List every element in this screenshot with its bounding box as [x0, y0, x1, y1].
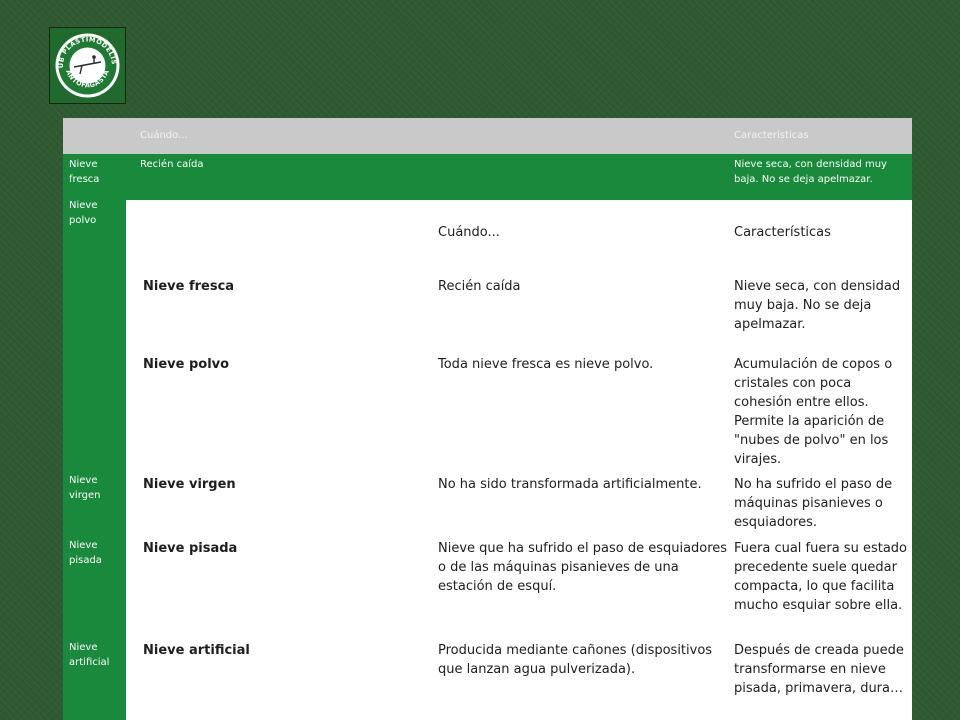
ghost-row-name: Nieve pisada [69, 540, 102, 566]
row-name: Nieve virgen [143, 477, 236, 492]
row-name: Nieve artificial [143, 643, 250, 658]
row-when: No ha sido transformada artificialmente. [438, 477, 702, 492]
ghost-row-name: Nieve polvo [69, 200, 98, 226]
row-characteristics: Acumulación de copos o cristales con poc… [734, 357, 893, 467]
row-name: Nieve pisada [143, 541, 238, 556]
row-when: Recién caída [438, 279, 521, 294]
ghost-row-name: Nieve artificial [69, 642, 110, 668]
row-name: Nieve polvo [143, 357, 230, 372]
header-characteristics: Características [734, 225, 831, 240]
ghost-row-name: Nieve fresca [69, 159, 100, 185]
row-when: Nieve que ha sufrido el paso de esquiado… [438, 541, 728, 594]
row-characteristics: Nieve seca, con densidad muy baja. No se… [734, 279, 901, 332]
header-when: Cuándo... [438, 225, 500, 240]
club-logo: CLUB PLASTIMODELISMO ANTOFAGASTA [49, 27, 126, 104]
ghost-row-name: Nieve virgen [69, 475, 101, 501]
row-characteristics: Fuera cual fuera su estado precedente su… [734, 541, 907, 613]
ghost-row-chars: Nieve seca, con densidad muy baja. No se… [734, 159, 887, 185]
row-characteristics: No ha sufrido el paso de máquinas pisani… [734, 477, 893, 530]
club-emblem-icon: CLUB PLASTIMODELISMO ANTOFAGASTA [50, 28, 120, 98]
row-when: Toda nieve fresca es nieve polvo. [438, 357, 654, 372]
row-characteristics: Después de creada puede transformarse en… [734, 643, 904, 696]
row-name: Nieve fresca [143, 279, 235, 294]
snow-types-table: Cuándo... Características Nieve fresca R… [126, 200, 912, 720]
ghost-header-when: Cuándo... [140, 130, 188, 141]
ghost-row-when: Recién caída [140, 159, 204, 170]
ghost-header-chars: Características [734, 130, 809, 141]
row-when: Producida mediante cañones (dispositivos… [438, 643, 713, 677]
